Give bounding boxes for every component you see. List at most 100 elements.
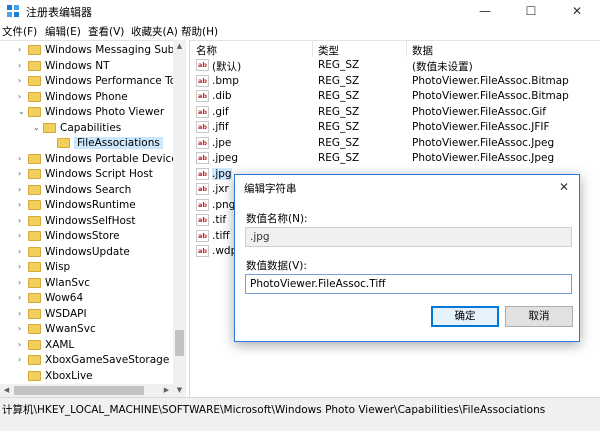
column-divider[interactable]	[406, 41, 407, 57]
value-name: .tiff	[212, 229, 230, 242]
column-header-name[interactable]: 名称	[196, 41, 217, 57]
reg-sz-icon: ab	[196, 245, 209, 257]
scroll-thumb-horizontal[interactable]	[14, 386, 144, 395]
tree-item[interactable]: › Windows Phone	[0, 90, 186, 106]
tree-item[interactable]: › Windows Portable Devices	[0, 152, 186, 168]
tree-item-label: Capabilities	[60, 121, 122, 134]
value-row[interactable]: ab .bmp REG_SZ PhotoViewer.FileAssoc.Bitmap	[190, 74, 600, 90]
value-type: REG_SZ	[318, 152, 360, 164]
menu-favorites[interactable]: 收藏夹(A)	[131, 24, 178, 39]
cancel-button[interactable]: 取消	[505, 306, 573, 327]
minimize-button[interactable]: —	[462, 0, 508, 22]
reg-sz-icon: ab	[196, 229, 209, 242]
folder-icon	[28, 91, 41, 102]
expand-chevron-icon[interactable]: ›	[18, 216, 26, 225]
expand-chevron-icon[interactable]: ›	[18, 154, 26, 163]
tree-item-label: WindowsStore	[45, 230, 120, 242]
expand-chevron-icon[interactable]: ›	[18, 324, 26, 333]
registry-tree[interactable]: › Windows Messaging Subsys › Windows NT › Win…	[0, 40, 186, 397]
value-data: (数值未设置)	[412, 61, 473, 73]
scroll-up-icon[interactable]: ▲	[173, 40, 186, 53]
tree-item[interactable]: › XboxGameSaveStorage	[0, 353, 186, 369]
expand-chevron-icon[interactable]: ›	[18, 200, 26, 209]
value-name: .jfif	[212, 121, 229, 133]
folder-icon	[28, 215, 41, 226]
tree-item-label: WlanSvc	[45, 276, 91, 289]
value-data-input[interactable]	[245, 274, 572, 294]
value-name: (默认)	[212, 61, 242, 73]
expand-chevron-icon[interactable]: ›	[18, 45, 26, 54]
tree-item[interactable]: › Wow64	[0, 291, 186, 307]
column-divider[interactable]	[312, 41, 313, 57]
scroll-thumb[interactable]	[175, 330, 184, 356]
tree-vertical-scrollbar[interactable]: ▲ ▼	[173, 40, 186, 397]
expand-chevron-icon[interactable]: ›	[18, 340, 26, 349]
tree-item[interactable]: › Windows Performance Tool	[0, 74, 186, 90]
value-row[interactable]: ab .dib REG_SZ PhotoViewer.FileAssoc.Bitmap	[190, 89, 600, 105]
expand-chevron-icon[interactable]: ›	[18, 231, 26, 240]
value-row[interactable]: ab .jpe REG_SZ PhotoViewer.FileAssoc.Jpeg	[190, 136, 600, 152]
tree-item[interactable]: › WindowsStore	[0, 229, 186, 245]
tree-item[interactable]: › Windows Search	[0, 183, 186, 199]
value-type: REG_SZ	[318, 121, 360, 133]
tree-item-label: Windows Photo Viewer	[45, 106, 165, 118]
menu-edit[interactable]: 编辑(E)	[45, 24, 81, 39]
tree-item[interactable]: › Windows NT	[0, 59, 186, 75]
tree-item-label: Windows Phone	[45, 90, 128, 103]
tree-item[interactable]: › XAML	[0, 338, 186, 354]
column-header-data[interactable]: 数据	[412, 41, 433, 57]
tree-item-label: Wow64	[45, 292, 84, 304]
value-row[interactable]: ab .jfif REG_SZ PhotoViewer.FileAssoc.JFIF	[190, 120, 600, 136]
tree-item[interactable]: XboxLive	[0, 369, 186, 385]
value-row[interactable]: ab .jpeg REG_SZ PhotoViewer.FileAssoc.Jpeg	[190, 151, 600, 167]
tree-horizontal-scrollbar[interactable]: ◀ ▶	[0, 384, 173, 397]
expand-chevron-icon[interactable]: ›	[18, 355, 26, 364]
expand-chevron-icon[interactable]: ›	[18, 76, 26, 85]
tree-item[interactable]: ⌄ Windows Photo Viewer	[0, 105, 186, 121]
scroll-right-icon[interactable]: ▶	[160, 384, 173, 397]
tree-item[interactable]: › WindowsUpdate	[0, 245, 186, 261]
scroll-down-icon[interactable]: ▼	[173, 384, 186, 397]
value-data: PhotoViewer.FileAssoc.Jpeg	[412, 152, 555, 164]
close-button[interactable]: ✕	[554, 0, 600, 22]
tree-item-label: WSDAPI	[45, 307, 87, 320]
maximize-button[interactable]: ☐	[508, 0, 554, 22]
ok-button[interactable]: 确定	[431, 306, 499, 327]
tree-item[interactable]: › Windows Script Host	[0, 167, 186, 183]
collapse-chevron-icon[interactable]: ⌄	[33, 123, 41, 132]
expand-chevron-icon[interactable]: ›	[18, 262, 26, 271]
folder-icon	[43, 122, 56, 133]
folder-icon	[28, 60, 41, 71]
expand-chevron-icon[interactable]: ›	[18, 309, 26, 318]
expand-chevron-icon[interactable]: ›	[18, 169, 26, 178]
menu-help[interactable]: 帮助(H)	[181, 24, 218, 39]
tree-item[interactable]: › WlanSvc	[0, 276, 186, 292]
value-row[interactable]: ab .gif REG_SZ PhotoViewer.FileAssoc.Gif	[190, 105, 600, 121]
tree-item[interactable]: › WSDAPI	[0, 307, 186, 323]
tree-item[interactable]: › WindowsSelfHost	[0, 214, 186, 230]
expand-chevron-icon[interactable]: ›	[18, 185, 26, 194]
tree-item-label: XboxLive	[45, 369, 93, 382]
tree-item[interactable]: › Windows Messaging Subsys	[0, 43, 186, 59]
tree-item[interactable]: FileAssociations	[0, 136, 186, 152]
reg-sz-icon: ab	[196, 198, 209, 211]
collapse-chevron-icon[interactable]: ⌄	[18, 107, 26, 116]
tree-item[interactable]: › WwanSvc	[0, 322, 186, 338]
scroll-left-icon[interactable]: ◀	[0, 384, 13, 397]
expand-chevron-icon[interactable]: ›	[18, 61, 26, 70]
dialog-title-bar[interactable]: 编辑字符串 ✕	[235, 175, 579, 199]
reg-sz-icon: ab	[196, 136, 209, 149]
value-row[interactable]: ab (默认) REG_SZ (数值未设置)	[190, 58, 600, 74]
expand-chevron-icon[interactable]: ›	[18, 247, 26, 256]
tree-item[interactable]: › Wisp	[0, 260, 186, 276]
column-header-type[interactable]: 类型	[318, 41, 339, 57]
dialog-close-icon[interactable]: ✕	[553, 178, 575, 196]
expand-chevron-icon[interactable]: ›	[18, 293, 26, 302]
menu-view[interactable]: 查看(V)	[88, 24, 124, 39]
menu-file[interactable]: 文件(F)	[2, 24, 37, 39]
tree-item[interactable]: ⌄ Capabilities	[0, 121, 186, 137]
expand-chevron-icon[interactable]: ›	[18, 92, 26, 101]
expand-chevron-icon[interactable]: ›	[18, 278, 26, 287]
tree-item[interactable]: › WindowsRuntime	[0, 198, 186, 214]
tree-item-label: Windows Script Host	[45, 168, 153, 180]
